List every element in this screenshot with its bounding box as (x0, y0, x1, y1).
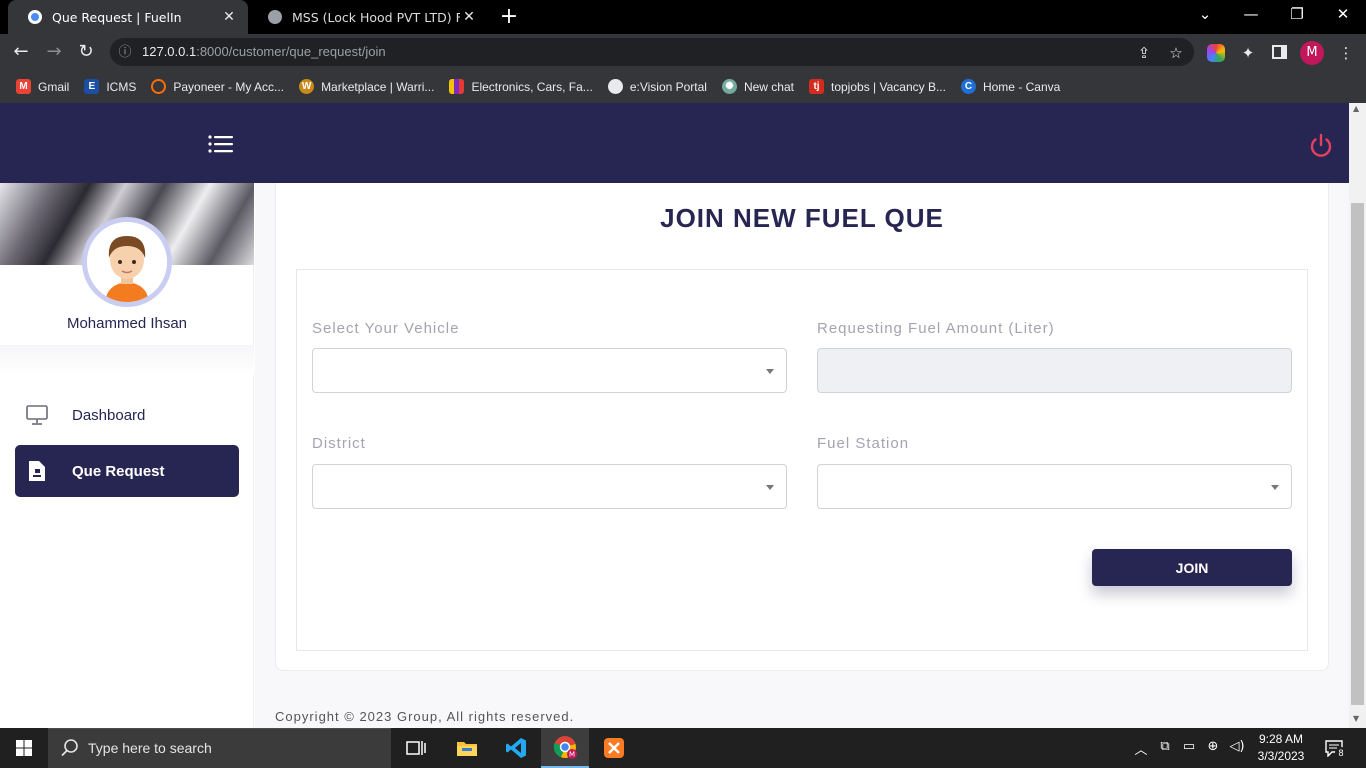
payoneer-icon (151, 79, 167, 94)
site-info-icon[interactable]: ⓘ (115, 43, 135, 63)
monitor-icon (26, 405, 48, 425)
caret-down-icon (766, 369, 774, 374)
bookmark-new-chat[interactable]: ✺ New chat (721, 79, 794, 94)
fuel-amount-input[interactable] (817, 348, 1292, 393)
color-extension-icon[interactable] (1207, 44, 1225, 62)
taskbar-vscode[interactable] (492, 728, 540, 768)
folder-icon (457, 742, 477, 756)
hamburger-menu-icon[interactable] (208, 134, 234, 154)
tab-search-chevron-icon[interactable]: ⌄ (1182, 5, 1228, 23)
taskbar-clock[interactable]: 9:28 AM 3/3/2023 (1248, 731, 1314, 765)
minimize-button[interactable]: — (1228, 5, 1274, 23)
bookmark-topjobs[interactable]: tj topjobs | Vacancy B... (809, 79, 946, 94)
gmail-icon: M (16, 79, 31, 94)
vehicle-label: Select Your Vehicle (312, 320, 460, 337)
ikman-icon (449, 79, 465, 94)
profile-avatar[interactable]: M (1300, 41, 1324, 65)
svg-text:M: M (569, 751, 575, 759)
restore-button[interactable]: ❐ (1274, 5, 1320, 23)
show-hidden-icons-chevron-icon[interactable]: ︿ (1130, 739, 1152, 758)
globe-icon (607, 79, 623, 94)
clock-time: 9:28 AM (1258, 732, 1304, 746)
taskbar-chrome[interactable]: M (541, 728, 589, 768)
chatgpt-icon: ✺ (721, 79, 737, 94)
icms-icon: E (84, 79, 100, 94)
reload-icon[interactable]: ↻ (75, 41, 97, 63)
tab-mss-report[interactable]: MSS (Lock Hood PVT LTD) Final R ✕ (248, 0, 488, 34)
sidebar-item-dashboard[interactable]: Dashboard (15, 389, 239, 441)
new-tab-button[interactable]: + (498, 4, 520, 29)
taskbar-search-placeholder: Type here to search (88, 740, 212, 756)
avatar (82, 217, 172, 307)
tab-que-request[interactable]: Que Request | FuelIn ✕ (8, 0, 248, 34)
vehicle-select[interactable] (312, 348, 787, 393)
bookmark-icms[interactable]: E ICMS (84, 79, 136, 94)
side-panel-icon[interactable] (1272, 45, 1287, 59)
profile-name: Mohammed Ihsan (66, 315, 188, 332)
warrior-icon: W (299, 79, 315, 94)
fuel-station-label: Fuel Station (817, 435, 910, 452)
bookmark-canva[interactable]: C Home - Canva (960, 79, 1060, 94)
bookmark-evision[interactable]: e:Vision Portal (607, 79, 707, 94)
bookmarks-bar: M Gmail E ICMS Payoneer - My Acc... W Marke… (0, 70, 1366, 103)
battery-icon[interactable]: ▭ (1178, 739, 1200, 754)
taskbar-xampp[interactable] (590, 728, 638, 768)
fuel-amount-label: Requesting Fuel Amount (Liter) (817, 320, 1055, 337)
close-window-button[interactable]: ✕ (1320, 5, 1366, 23)
task-view-icon (406, 741, 426, 755)
network-globe-icon[interactable]: ⊕ (1202, 739, 1224, 754)
topjobs-icon: tj (809, 79, 824, 94)
extensions-puzzle-icon[interactable]: ✦ (1238, 43, 1258, 63)
sidebar-item-que-request[interactable]: Que Request (15, 445, 239, 497)
scroll-up-icon[interactable]: ▲ (1353, 104, 1359, 113)
district-label: District (312, 435, 366, 452)
close-tab-icon[interactable]: ✕ (460, 9, 478, 25)
file-icon (29, 461, 45, 481)
task-view-button[interactable] (392, 728, 440, 768)
notification-count-badge: 8 (1335, 747, 1347, 759)
chrome-icon: M (553, 736, 577, 759)
sidebar-item-label: Dashboard (72, 406, 146, 424)
vscode-icon (506, 738, 526, 758)
search-icon (61, 739, 78, 757)
caret-down-icon (766, 485, 774, 490)
power-logout-icon[interactable] (1307, 132, 1335, 160)
bookmark-payoneer[interactable]: Payoneer - My Acc... (151, 79, 284, 94)
volume-icon[interactable]: ◁) (1226, 739, 1248, 754)
scrollbar-thumb[interactable] (1351, 203, 1364, 705)
bookmark-gmail[interactable]: M Gmail (16, 79, 69, 94)
footer-copyright: Copyright © 2023 Group, All rights reser… (275, 709, 575, 724)
tab-title: MSS (Lock Hood PVT LTD) Final R (292, 9, 460, 25)
forward-arrow-icon[interactable]: → (43, 41, 65, 63)
sidebar-divider (0, 345, 254, 375)
xampp-icon (604, 738, 624, 758)
windows-start-icon[interactable] (0, 728, 48, 768)
more-vert-icon[interactable]: ⋮ (1336, 43, 1356, 63)
app-header (0, 103, 1349, 183)
back-arrow-icon[interactable]: ← (10, 41, 32, 63)
district-select[interactable] (312, 464, 787, 509)
meet-now-icon[interactable]: ⧉ (1154, 739, 1176, 754)
notification-center-icon[interactable]: 8 (1324, 739, 1347, 759)
bookmark-ikman[interactable]: Electronics, Cars, Fa... (449, 79, 593, 94)
share-icon[interactable]: ⇪ (1134, 43, 1154, 63)
taskbar-file-explorer[interactable] (443, 728, 491, 768)
bookmark-star-icon[interactable]: ☆ (1166, 43, 1186, 63)
tab-title: Que Request | FuelIn (52, 9, 182, 25)
url-text[interactable]: 127.0.0.1:8000/customer/que_request/join (142, 44, 386, 59)
fuelin-favicon-icon (28, 10, 42, 24)
join-button[interactable]: JOIN (1092, 549, 1292, 586)
scroll-down-icon[interactable]: ▼ (1353, 714, 1359, 723)
sidebar-item-label: Que Request (72, 462, 165, 480)
close-tab-icon[interactable]: ✕ (220, 9, 238, 25)
fuel-station-select[interactable] (817, 464, 1292, 509)
globe-icon (268, 10, 282, 24)
clock-date: 3/3/2023 (1257, 749, 1305, 763)
bookmark-warrior-marketplace[interactable]: W Marketplace | Warri... (299, 79, 434, 94)
canva-icon: C (960, 79, 976, 94)
page-title: JOIN NEW FUEL QUE (660, 203, 944, 233)
caret-down-icon (1271, 485, 1279, 490)
